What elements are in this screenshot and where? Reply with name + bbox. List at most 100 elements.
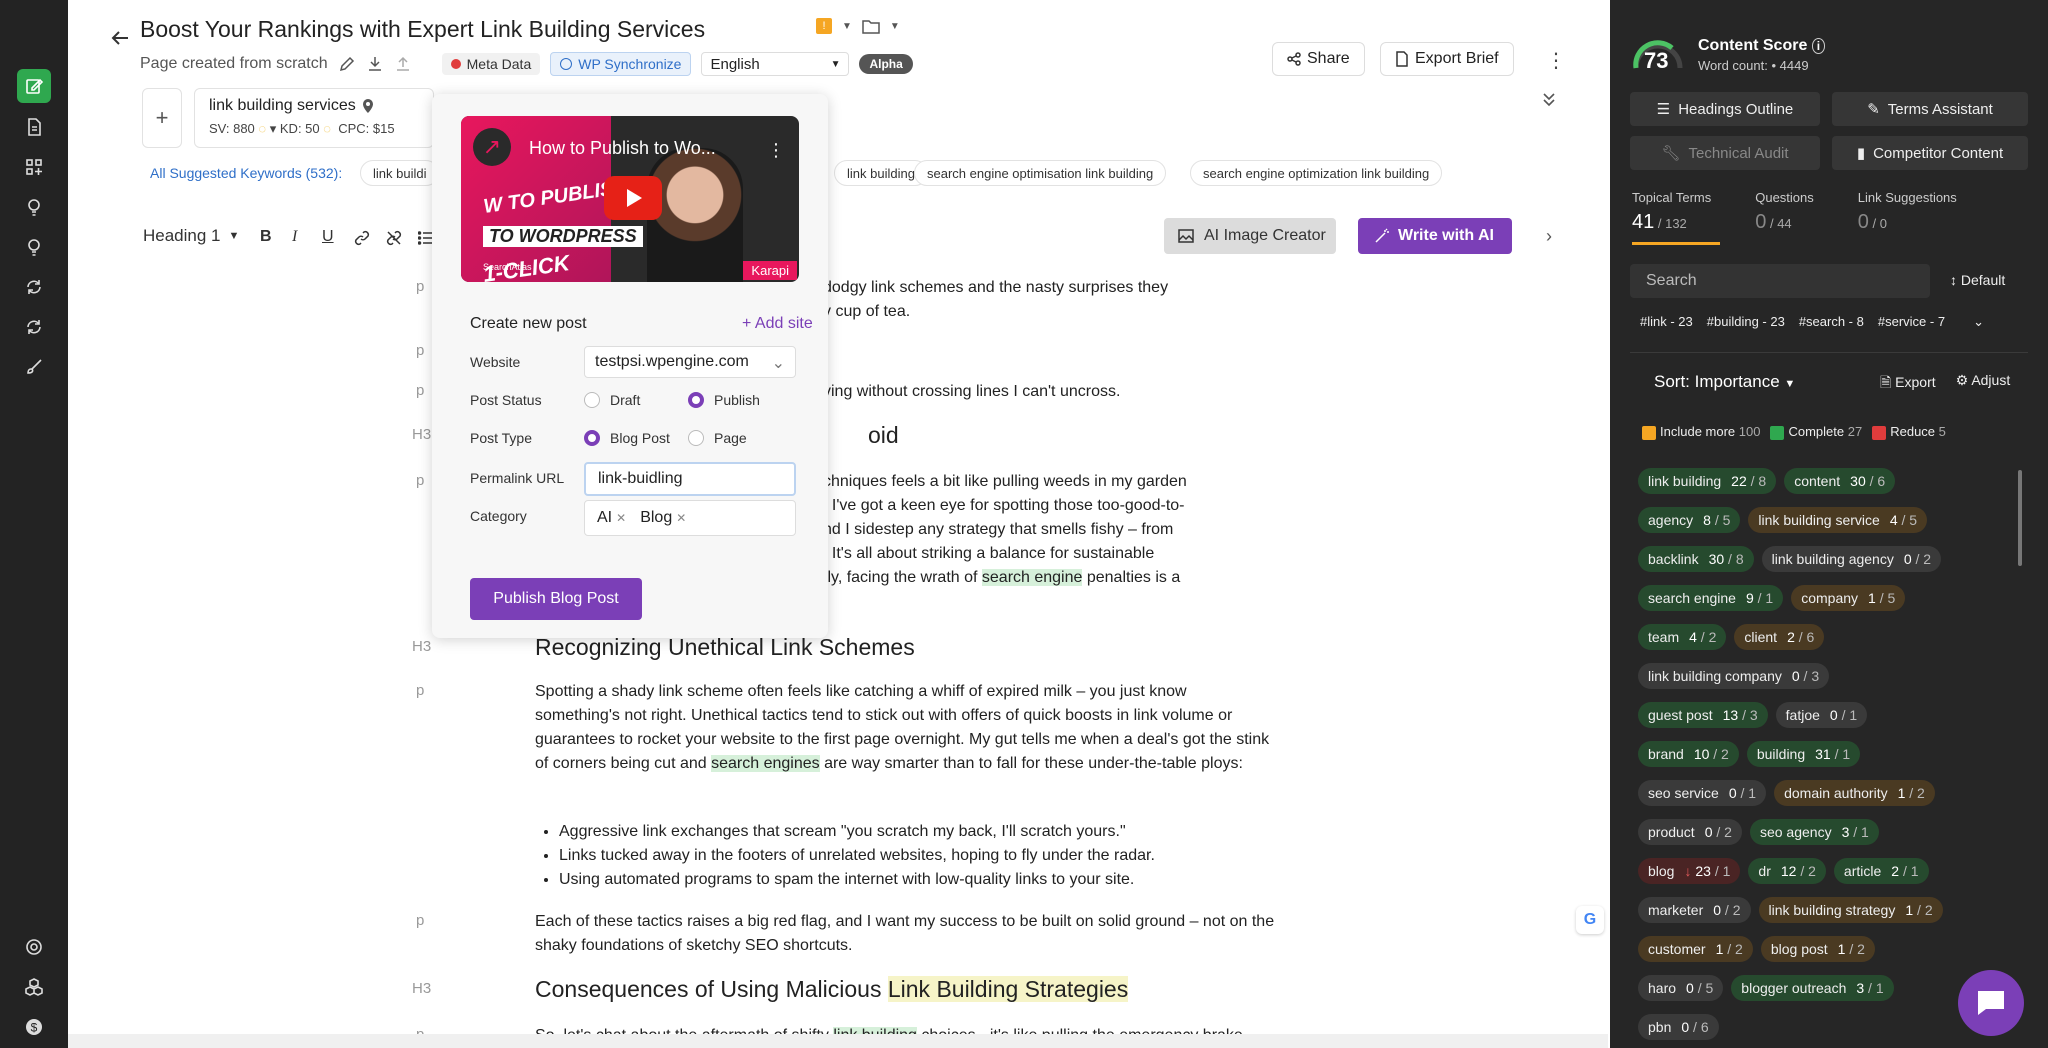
meta-data-button[interactable]: Meta Data: [441, 53, 541, 75]
status-publish-radio[interactable]: Publish: [688, 392, 760, 408]
edit-icon[interactable]: [17, 69, 51, 103]
document-icon[interactable]: [17, 110, 51, 144]
term-chip[interactable]: article 2 / 1: [1833, 858, 1929, 884]
editor-canvas[interactable]: p dodgy link schemes and the nasty surpr…: [68, 264, 1608, 1048]
paragraph[interactable]: dodgy link schemes and the nasty surpris…: [823, 276, 1263, 324]
wp-synchronize-button[interactable]: WP Synchronize: [550, 52, 692, 76]
term-chip[interactable]: company 1 / 5: [1791, 585, 1906, 611]
permalink-input[interactable]: link-buidling: [584, 462, 796, 496]
export-button[interactable]: 🗎︎ Export: [1880, 372, 1936, 396]
terms-search-input[interactable]: Search: [1630, 264, 1930, 298]
lightbulb-icon[interactable]: [17, 190, 51, 224]
term-chip[interactable]: haro 0 / 5: [1638, 975, 1724, 1001]
apps-icon[interactable]: [17, 150, 51, 184]
term-chip[interactable]: seo service 0 / 1: [1638, 780, 1767, 806]
heading-h3[interactable]: Recognizing Unethical Link Schemes: [535, 634, 915, 661]
underline-icon[interactable]: U: [322, 228, 334, 246]
term-chip[interactable]: link building 22 / 8: [1638, 468, 1777, 494]
panel-scrollbar[interactable]: [2018, 470, 2022, 566]
list-icon[interactable]: [418, 230, 432, 246]
horizontal-scrollbar[interactable]: [68, 1034, 1608, 1048]
chevron-down-icon[interactable]: ▼: [842, 21, 852, 32]
paragraph[interactable]: chniques feels a bit like pulling weeds …: [823, 470, 1273, 590]
chevron-down-icon[interactable]: ⌄: [1973, 314, 1984, 330]
keyword-card[interactable]: link building services SV: 880 ◌ ▾ KD: 5…: [194, 88, 434, 148]
bullet-list[interactable]: Aggressive link exchanges that scream "y…: [559, 820, 1279, 892]
term-chip[interactable]: blogger outreach 3 / 1: [1731, 975, 1894, 1001]
term-chip[interactable]: guest post 13 / 3: [1638, 702, 1768, 728]
term-chip[interactable]: dr 12 / 2: [1748, 858, 1826, 884]
term-chip[interactable]: building 31 / 1: [1746, 741, 1861, 767]
hashtag-chip[interactable]: #service - 7: [1878, 314, 1945, 330]
term-chip[interactable]: pbn 0 / 6: [1638, 1014, 1719, 1040]
term-chip[interactable]: link building strategy 1 / 2: [1758, 897, 1943, 923]
google-icon[interactable]: G: [1576, 906, 1604, 934]
play-icon[interactable]: [604, 176, 662, 220]
info-icon[interactable]: i: [1811, 38, 1826, 54]
paragraph[interactable]: ving without crossing lines I can't uncr…: [823, 380, 1263, 404]
term-chip[interactable]: backlink 30 / 8: [1638, 546, 1754, 572]
term-chip[interactable]: brand 10 / 2: [1638, 741, 1739, 767]
type-blog-radio[interactable]: Blog Post: [584, 430, 670, 446]
idea-icon[interactable]: [17, 230, 51, 264]
tab-link-suggestions[interactable]: Link Suggestions 0 / 0: [1858, 190, 1957, 234]
close-icon[interactable]: ✕: [676, 511, 686, 525]
hashtag-chip[interactable]: #building - 23: [1707, 314, 1785, 330]
term-chip[interactable]: fatjoe 0 / 1: [1775, 702, 1868, 728]
term-chip[interactable]: blog ↓ 23 / 1: [1638, 858, 1741, 884]
close-icon[interactable]: ✕: [616, 511, 626, 525]
heading-h3[interactable]: oid: [868, 422, 899, 449]
heading-select[interactable]: Heading 1 ▼: [143, 226, 239, 246]
page-title[interactable]: Boost Your Rankings with Expert Link Bui…: [140, 16, 705, 43]
website-select[interactable]: testpsi.wpengine.com ⌄: [584, 346, 796, 378]
language-select[interactable]: English ▼: [701, 52, 850, 76]
term-chip[interactable]: team 4 / 2: [1638, 624, 1727, 650]
competitor-content-button[interactable]: ▮ Competitor Content: [1832, 136, 2028, 170]
hashtag-chip[interactable]: #link - 23: [1640, 314, 1693, 330]
filter-complete[interactable]: Complete 27: [1770, 424, 1862, 440]
suggested-keyword-chip[interactable]: search engine optimization link building: [1190, 160, 1443, 186]
category-input[interactable]: AI ✕ Blog ✕: [584, 500, 796, 536]
more-options-icon[interactable]: ⋮: [1546, 48, 1566, 73]
unlink-icon[interactable]: [386, 230, 402, 246]
write-with-ai-button[interactable]: Write with AI: [1358, 218, 1512, 254]
export-brief-button[interactable]: Export Brief: [1380, 42, 1514, 76]
type-page-radio[interactable]: Page: [688, 430, 747, 446]
add-keyword-button[interactable]: +: [142, 88, 182, 148]
download-icon[interactable]: [366, 55, 384, 73]
term-chip[interactable]: agency 8 / 5: [1638, 507, 1741, 533]
support-icon[interactable]: [17, 930, 51, 964]
category-tag[interactable]: Blog ✕: [640, 509, 686, 527]
sort-select[interactable]: Sort: Importance ▼: [1654, 372, 1795, 392]
technical-audit-button[interactable]: 🔧︎ Technical Audit: [1630, 136, 1820, 170]
filter-include-more[interactable]: Include more 100: [1642, 424, 1760, 440]
hashtag-chip[interactable]: #search - 8: [1799, 314, 1864, 330]
refresh-icon[interactable]: [17, 270, 51, 304]
billing-icon[interactable]: $: [17, 1010, 51, 1044]
term-chip[interactable]: client 2 / 6: [1734, 624, 1825, 650]
headings-outline-button[interactable]: ☰ Headings Outline: [1630, 92, 1820, 126]
tutorial-video[interactable]: ↗ W TO PUBLISH TO WORDPRESS 1-CLICK How …: [461, 116, 799, 282]
paragraph[interactable]: Each of these tactics raises a big red f…: [535, 910, 1275, 958]
term-chip[interactable]: search engine 9 / 1: [1638, 585, 1784, 611]
terms-assistant-button[interactable]: ✎ Terms Assistant: [1832, 92, 2028, 126]
term-chip[interactable]: content 30 / 6: [1784, 468, 1896, 494]
folder-icon[interactable]: [862, 18, 880, 34]
term-chip[interactable]: link building agency 0 / 2: [1761, 546, 1942, 572]
filter-reduce[interactable]: Reduce 5: [1872, 424, 1946, 440]
term-chip[interactable]: product 0 / 2: [1638, 819, 1742, 845]
term-chip[interactable]: link building service 4 / 5: [1748, 507, 1928, 533]
chat-button[interactable]: [1958, 970, 2024, 1036]
bold-icon[interactable]: B: [260, 228, 272, 246]
sync-icon[interactable]: [17, 310, 51, 344]
more-options-icon[interactable]: ⋮: [767, 140, 785, 161]
publish-blog-post-button[interactable]: Publish Blog Post: [470, 578, 642, 620]
term-chip[interactable]: domain authority 1 / 2: [1774, 780, 1935, 806]
share-button[interactable]: Share: [1272, 42, 1365, 76]
upload-icon[interactable]: [394, 55, 412, 73]
tab-topical-terms[interactable]: Topical Terms 41 / 132: [1632, 190, 1711, 234]
chevron-down-icon[interactable]: ▼: [890, 21, 900, 32]
term-chip[interactable]: customer 1 / 2: [1638, 936, 1753, 962]
cubes-icon[interactable]: [17, 970, 51, 1004]
chevron-right-icon[interactable]: ›: [1546, 226, 1552, 247]
